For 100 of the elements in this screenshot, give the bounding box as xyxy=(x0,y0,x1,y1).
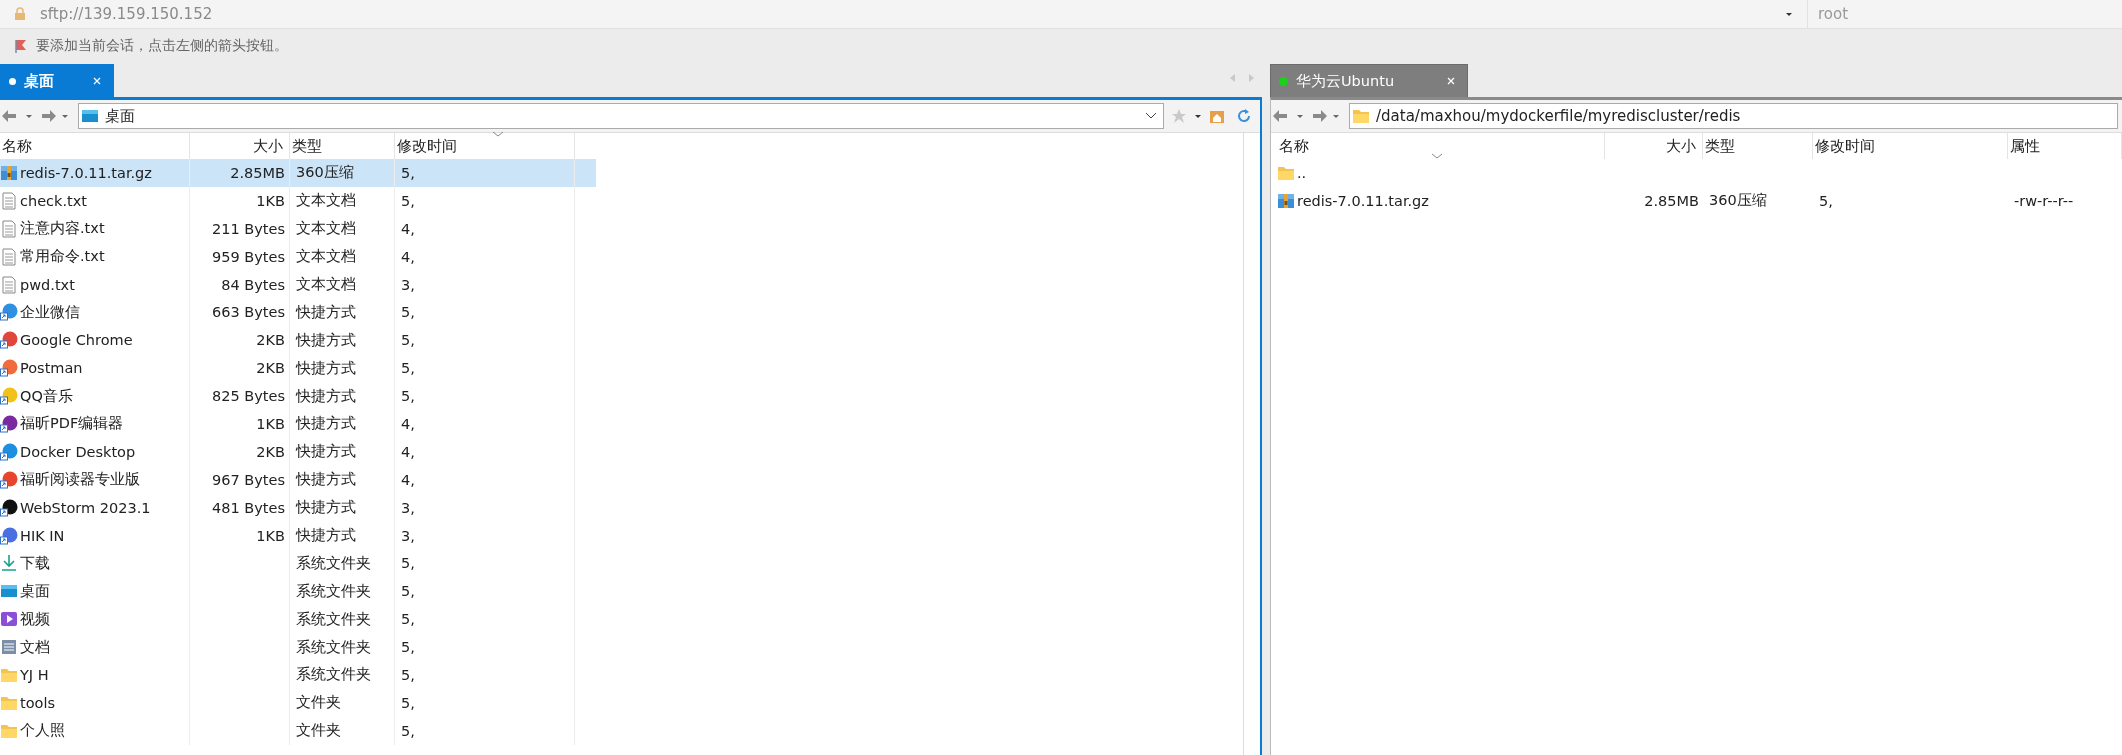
file-row[interactable]: 下载 系统文件夹 5, xyxy=(0,549,596,578)
file-row[interactable]: redis-7.0.11.tar.gz 2.85MB 360压缩 5, -rw-r--r-- xyxy=(1271,186,2122,215)
file-name: 下载 xyxy=(20,553,50,573)
file-type: 系统文件夹 xyxy=(296,581,371,601)
file-row[interactable]: 个人照 文件夹 5, xyxy=(0,716,596,745)
close-icon[interactable] xyxy=(93,77,101,85)
modified-time: 4, xyxy=(401,248,415,265)
file-row[interactable]: Google Chrome 2KB 快捷方式 5, xyxy=(0,326,596,355)
desktop-icon xyxy=(81,107,99,125)
modified-time: 5, xyxy=(401,360,415,377)
file-size: 1KB xyxy=(256,527,285,544)
file-row[interactable]: QQ音乐 825 Bytes 快捷方式 5, xyxy=(0,382,596,410)
refresh-icon[interactable] xyxy=(1236,108,1252,124)
caret-icon[interactable] xyxy=(1332,112,1340,120)
file-type: 360压缩 xyxy=(1709,192,1767,209)
file-name: 常用命令.txt xyxy=(20,247,105,267)
file-row[interactable]: 企业微信 663 Bytes 快捷方式 5, xyxy=(0,298,596,327)
file-type: 快捷方式 xyxy=(296,414,356,434)
file-name: 桌面 xyxy=(20,581,50,601)
file-row[interactable]: tools 文件夹 5, xyxy=(0,688,596,717)
file-size: 84 Bytes xyxy=(221,276,285,293)
file-name: redis-7.0.11.tar.gz xyxy=(1297,192,1429,209)
modified-time: 5, xyxy=(401,722,415,739)
modified-time: 4, xyxy=(401,220,415,237)
file-size: 967 Bytes xyxy=(212,471,285,488)
file-row[interactable]: 文档 系统文件夹 5, xyxy=(0,633,596,662)
file-row[interactable]: Docker Desktop 2KB 快捷方式 4, xyxy=(0,437,596,466)
file-row[interactable]: WebStorm 2023.1 481 Bytes 快捷方式 3, xyxy=(0,493,596,522)
file-name: 福昕阅读器专业版 xyxy=(20,470,140,490)
modified-time: 5, xyxy=(401,639,415,656)
file-row[interactable]: HIK IN 1KB 快捷方式 3, xyxy=(0,521,596,550)
file-type: 快捷方式 xyxy=(296,526,356,545)
file-type: 快捷方式 xyxy=(296,386,356,406)
file-row[interactable]: 桌面 系统文件夹 5, xyxy=(0,577,596,606)
file-row[interactable]: redis-7.0.11.tar.gz 2.85MB 360压缩 5, xyxy=(0,159,596,187)
file-size: 825 Bytes xyxy=(212,388,285,405)
column-header[interactable]: 名称 xyxy=(1277,133,1605,159)
file-name: 文档 xyxy=(20,637,50,657)
panel-tab[interactable]: 华为云Ubuntu xyxy=(1270,64,1468,97)
file-name: redis-7.0.11.tar.gz xyxy=(20,164,152,181)
archive-icon xyxy=(1277,191,1295,210)
modified-time: 4, xyxy=(401,443,415,460)
caret-icon[interactable] xyxy=(1296,112,1304,120)
file-size: 481 Bytes xyxy=(212,499,285,516)
file-row[interactable]: check.txt 1KB 文本文档 5, xyxy=(0,186,596,215)
home-folder-icon[interactable] xyxy=(1209,108,1225,124)
modified-time: 4, xyxy=(401,471,415,488)
caret-icon[interactable] xyxy=(1194,112,1202,120)
file-name: 企业微信 xyxy=(20,302,80,322)
path-field[interactable]: 桌面 xyxy=(78,103,1164,129)
close-icon[interactable] xyxy=(1447,77,1455,85)
chevron-down-icon[interactable] xyxy=(1145,112,1157,120)
file-name: Postman xyxy=(20,360,83,377)
file-type: 文本文档 xyxy=(296,191,356,211)
file-type: 360压缩 xyxy=(296,163,354,183)
file-row[interactable]: 常用命令.txt 959 Bytes 文本文档 4, xyxy=(0,242,596,271)
file-type: 文本文档 xyxy=(296,247,356,267)
file-type: 系统文件夹 xyxy=(296,609,371,629)
modified-time: 5, xyxy=(401,388,415,405)
column-header[interactable]: 修改时间 xyxy=(1813,133,2008,159)
file-row[interactable]: 福昕阅读器专业版 967 Bytes 快捷方式 4, xyxy=(0,465,596,494)
file-row[interactable]: 注意内容.txt 211 Bytes 文本文档 4, xyxy=(0,214,596,243)
file-row[interactable]: .. xyxy=(1271,159,2122,187)
column-header[interactable]: 大小 xyxy=(1605,133,1703,159)
star-icon[interactable] xyxy=(1171,108,1187,124)
modified-time: 5, xyxy=(401,611,415,628)
file-size: 211 Bytes xyxy=(212,220,285,237)
path-field[interactable]: /data/maxhou/mydockerfile/myrediscluster/redis xyxy=(1349,103,2118,129)
file-row[interactable]: 视频 系统文件夹 5, xyxy=(0,605,596,634)
file-name: 注意内容.txt xyxy=(20,219,105,239)
file-type: 文本文档 xyxy=(296,219,356,239)
file-size: 1KB xyxy=(256,192,285,209)
dropdown-caret-icon[interactable] xyxy=(1785,10,1793,18)
file-size: 1KB xyxy=(256,415,285,432)
info-message: 要添加当前会话，点击左侧的箭头按钮。 xyxy=(36,37,288,55)
archive-icon xyxy=(0,163,18,182)
caret-icon[interactable] xyxy=(61,112,69,120)
file-name: 个人照 xyxy=(20,721,65,741)
tab-label: 华为云Ubuntu xyxy=(1296,71,1395,91)
column-header[interactable]: 属性 xyxy=(2008,133,2122,159)
file-row[interactable]: 福昕PDF编辑器 1KB 快捷方式 4, xyxy=(0,410,596,438)
file-row[interactable]: Postman 2KB 快捷方式 5, xyxy=(0,354,596,383)
file-name: .. xyxy=(1297,164,1307,181)
file-row[interactable]: YJ H 系统文件夹 5, xyxy=(0,661,596,689)
file-type: 系统文件夹 xyxy=(296,637,371,657)
file-type: 文件夹 xyxy=(296,721,341,741)
lock-icon xyxy=(14,7,26,21)
file-row[interactable]: pwd.txt 84 Bytes 文本文档 3, xyxy=(0,270,596,299)
file-size: 663 Bytes xyxy=(212,304,285,321)
file-type: 快捷方式 xyxy=(296,330,356,350)
panel-tab[interactable]: 桌面 xyxy=(0,64,114,97)
file-size: 2.85MB xyxy=(1644,192,1699,209)
tab-label: 桌面 xyxy=(24,71,54,91)
column-header[interactable]: 类型 xyxy=(1703,133,1813,159)
file-size: 2KB xyxy=(256,360,285,377)
tab-dot-icon xyxy=(9,77,16,85)
caret-icon[interactable] xyxy=(25,112,33,120)
file-type: 文本文档 xyxy=(296,275,356,294)
file-type: 系统文件夹 xyxy=(296,665,371,685)
file-type: 快捷方式 xyxy=(296,302,356,322)
